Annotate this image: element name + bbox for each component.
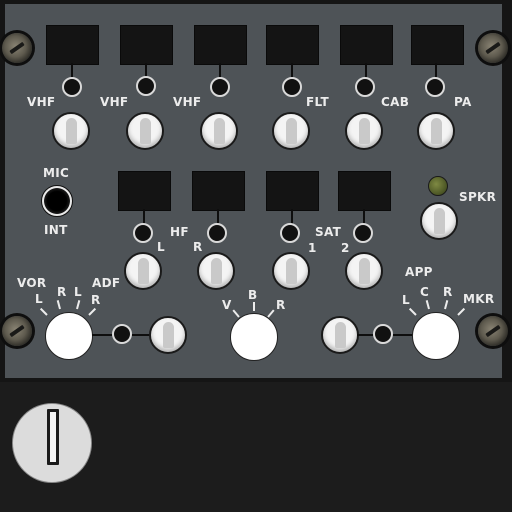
connector-line: [291, 209, 293, 224]
sat-2-display: [338, 171, 391, 211]
vhf-2-display: [120, 25, 173, 65]
flt-call-light: [282, 77, 302, 97]
sat-2-receiver-switch[interactable]: [345, 252, 383, 290]
vor-adf-call-light: [112, 324, 132, 344]
hf-l-display: [118, 171, 171, 211]
connector-line: [393, 334, 413, 336]
app-mkr-selector-knob[interactable]: [412, 312, 460, 360]
hf-l-receiver-switch[interactable]: [124, 252, 162, 290]
connector-line: [365, 63, 367, 78]
hf-label: HF: [170, 225, 189, 239]
flt-display: [266, 25, 319, 65]
connector-line: [92, 334, 112, 336]
mic-label: MIC: [43, 166, 70, 180]
connector-line: [143, 209, 145, 224]
vhf-3-receiver-switch[interactable]: [200, 112, 238, 150]
mic-int-switch[interactable]: [41, 185, 73, 217]
connector-line: [363, 209, 365, 224]
connector-line: [435, 63, 437, 78]
connector-line: [145, 63, 147, 77]
app-c-label: C: [420, 285, 430, 299]
pa-receiver-switch[interactable]: [417, 112, 455, 150]
app-mkr-call-light: [373, 324, 393, 344]
sat-1-call-light: [280, 223, 300, 243]
hf-r-receiver-switch[interactable]: [197, 252, 235, 290]
spkr-label: SPKR: [459, 190, 497, 204]
cab-label: CAB: [381, 95, 410, 109]
app-label: APP: [405, 265, 433, 279]
vor-r-label: R: [57, 285, 67, 299]
app-l-label: L: [402, 293, 410, 307]
vor-l-label: L: [35, 292, 43, 306]
b-label: B: [248, 288, 258, 302]
pa-call-light: [425, 77, 445, 97]
adf-r-label: R: [91, 293, 101, 307]
adf-label: ADF: [92, 276, 121, 290]
knob-pointer-icon: [47, 409, 59, 465]
v-label: V: [222, 298, 232, 312]
audio-control-panel: VHF VHF VHF FLT CAB PA MIC INT HF L R SA…: [0, 0, 512, 382]
vhf-1-call-light: [62, 77, 82, 97]
vor-adf-receiver-switch[interactable]: [149, 316, 187, 354]
sat-2-call-light: [353, 223, 373, 243]
connector-line: [217, 209, 219, 224]
r-label: R: [276, 298, 286, 312]
screw-icon: [478, 316, 508, 346]
selector-tick: [253, 302, 255, 311]
sat-1-display: [266, 171, 319, 211]
cab-display: [340, 25, 393, 65]
sat-1-receiver-switch[interactable]: [272, 252, 310, 290]
spkr-switch[interactable]: [420, 202, 458, 240]
vhf-2-receiver-switch[interactable]: [126, 112, 164, 150]
spkr-indicator-light: [428, 176, 448, 196]
vor-adf-selector-knob[interactable]: [45, 312, 93, 360]
screw-icon: [2, 316, 32, 346]
sat-2-label: 2: [341, 241, 350, 255]
vor-label: VOR: [17, 276, 47, 290]
connector-line: [71, 63, 73, 78]
screw-icon: [478, 33, 508, 63]
sat-label: SAT: [315, 225, 342, 239]
hf-l-call-light: [133, 223, 153, 243]
hf-r-call-light: [207, 223, 227, 243]
vhf-1-label: VHF: [27, 95, 56, 109]
app-mkr-receiver-switch[interactable]: [321, 316, 359, 354]
vhf-3-call-light: [210, 77, 230, 97]
vhf-2-call-light: [136, 76, 156, 96]
screw-icon: [2, 33, 32, 63]
volume-knob[interactable]: [12, 403, 92, 483]
cab-receiver-switch[interactable]: [345, 112, 383, 150]
hf-r-display: [192, 171, 245, 211]
flt-receiver-switch[interactable]: [272, 112, 310, 150]
connector-line: [357, 334, 373, 336]
hf-r-label: R: [193, 240, 203, 254]
vhf-1-display: [46, 25, 99, 65]
vhf-3-display: [194, 25, 247, 65]
pa-display: [411, 25, 464, 65]
hf-l-label: L: [157, 240, 165, 254]
voice-both-range-filter-knob[interactable]: [230, 313, 278, 361]
vhf-1-receiver-switch[interactable]: [52, 112, 90, 150]
sat-1-label: 1: [308, 241, 317, 255]
connector-line: [291, 63, 293, 78]
connector-line: [132, 334, 150, 336]
vhf-2-label: VHF: [100, 95, 129, 109]
cab-call-light: [355, 77, 375, 97]
adf-l-label: L: [74, 285, 82, 299]
connector-line: [219, 63, 221, 78]
vhf-3-label: VHF: [173, 95, 202, 109]
pa-label: PA: [454, 95, 472, 109]
flt-label: FLT: [306, 95, 329, 109]
mkr-label: MKR: [463, 292, 495, 306]
int-label: INT: [44, 223, 68, 237]
app-r-label: R: [443, 285, 453, 299]
